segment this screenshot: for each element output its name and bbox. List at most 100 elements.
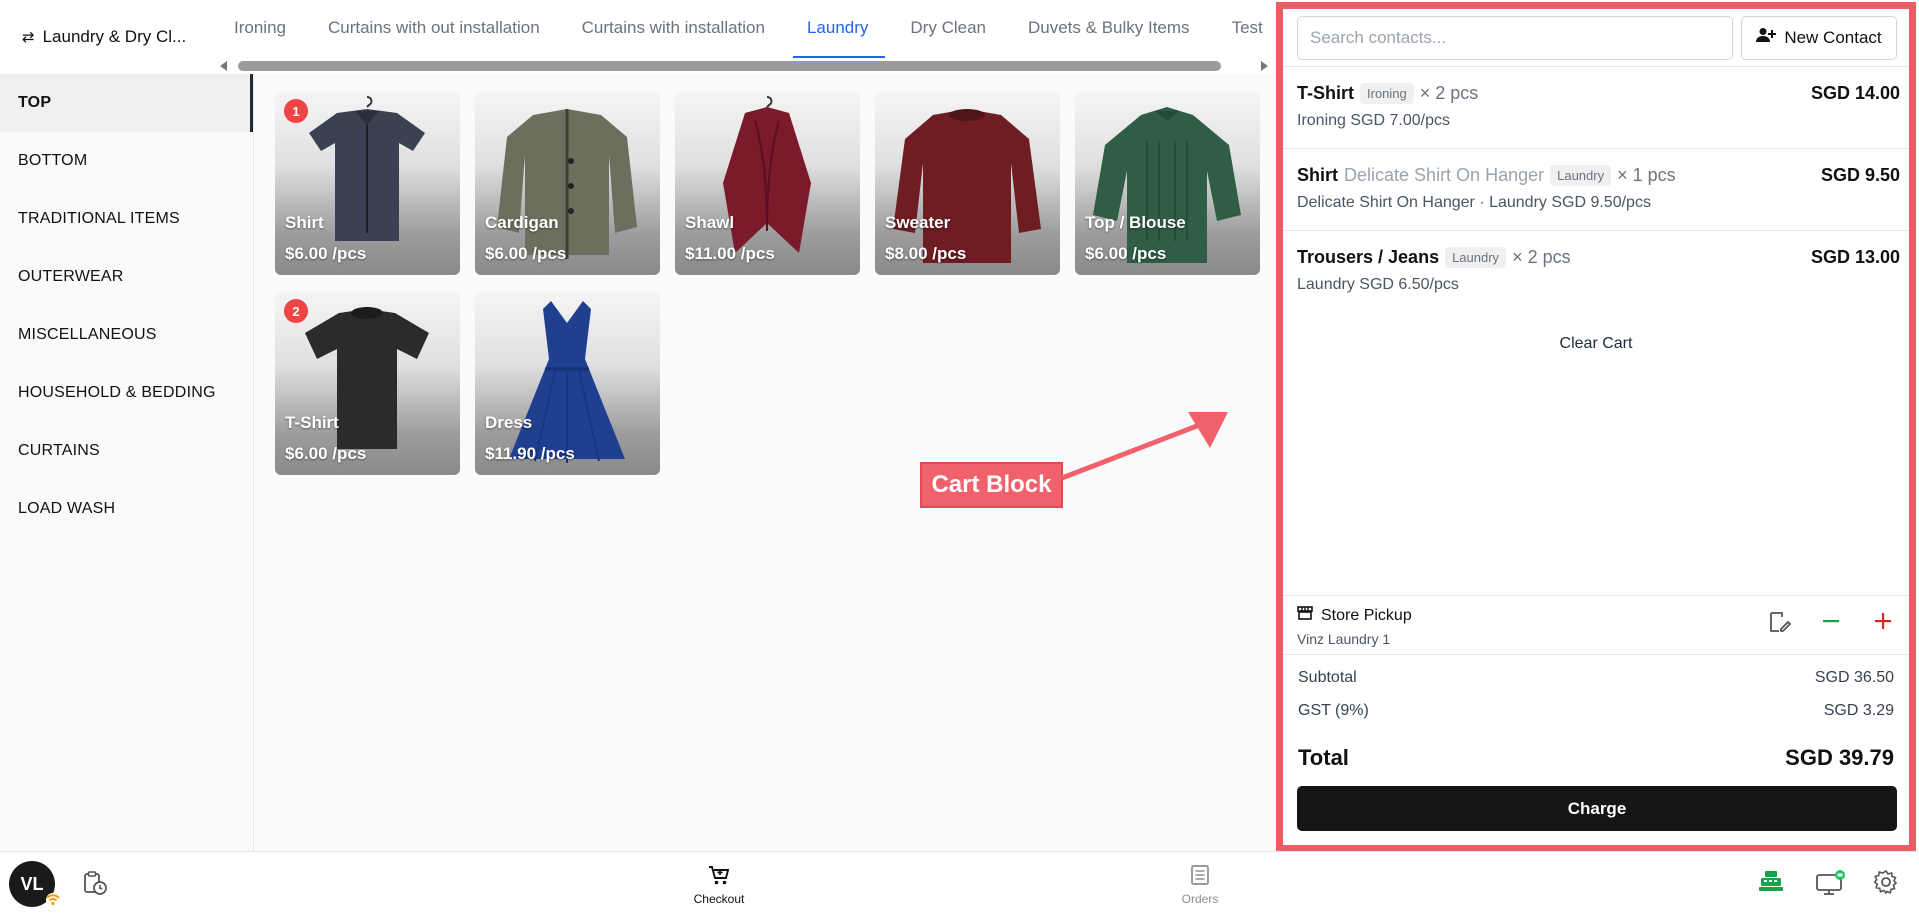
tab-dry-clean[interactable]: Dry Clean [896, 0, 1003, 58]
cart-panel: New Contact T-ShirtIroning× 2 pcsIroning… [1276, 2, 1916, 852]
cart-line-title: Trousers / Jeans Laundry × 2 pcs [1297, 247, 1900, 268]
total-label: Total [1298, 745, 1349, 770]
cart-totals: Subtotal SGD 36.50 GST (9%) SGD 3.29 Tot… [1283, 669, 1909, 778]
charge-button[interactable]: Charge [1297, 786, 1897, 831]
category-sidebar: TOP BOTTOM TRADITIONAL ITEMS OUTERWEAR MISCE… [0, 74, 254, 851]
clipboard-history-icon[interactable] [82, 870, 108, 901]
pickup-title: Store Pickup [1321, 606, 1412, 624]
subtotal-value: SGD 36.50 [1814, 669, 1894, 686]
plus-icon[interactable] [1857, 610, 1909, 634]
cart-line-title: T-Shirt Ironing × 2 pcs [1297, 83, 1900, 104]
orders-label: Orders [1181, 892, 1219, 906]
contact-search-input[interactable] [1297, 15, 1733, 60]
cart-item-qty: × 2 pcs [1419, 83, 1479, 103]
cart-item-name: T-Shirt [1297, 83, 1354, 103]
cart-item-detail: Ironing SGD 7.00/pcs [1297, 112, 1450, 129]
scroll-left-arrow[interactable] [220, 61, 227, 71]
cart-line[interactable]: Trousers / Jeans Laundry × 2 pcs Laundry SG… [1283, 231, 1909, 313]
edit-note-icon[interactable] [1753, 610, 1805, 634]
product-name: T-Shirt [285, 413, 339, 432]
cart-item-amount: SGD 9.50 [1820, 165, 1900, 185]
sidebar-item-load-wash[interactable]: LOAD WASH [0, 480, 253, 538]
cart-icon [708, 866, 730, 889]
store-icon [1297, 606, 1313, 625]
product-card-t-shirt[interactable]: 2 T-Shirt $6.00 /pcs [275, 291, 460, 475]
sidebar-item-outerwear[interactable]: OUTERWEAR [0, 248, 253, 306]
store-name: Laundry & Dry Cl... [42, 27, 187, 46]
product-card-sweater[interactable]: Sweater $8.00 /pcs [875, 91, 1060, 275]
tab-duvets-bulky-items[interactable]: Duvets & Bulky Items [1014, 0, 1207, 58]
tab-ironing[interactable]: Ironing [220, 0, 303, 58]
settings-gear-icon[interactable] [1873, 869, 1899, 900]
cart-item-amount: SGD 14.00 [1810, 83, 1900, 103]
tab-curtains-with-out-installation[interactable]: Curtains with out installation [314, 0, 557, 58]
wifi-icon [44, 892, 62, 911]
product-price: $11.00 /pcs [685, 244, 775, 263]
add-person-icon [1756, 27, 1777, 48]
product-price: $8.00 /pcs [885, 244, 967, 263]
pos-app: ⇄ Laundry & Dry Cl... Ironing Curtains wi… [0, 0, 1919, 913]
product-card-shawl[interactable]: Shawl $11.00 /pcs [675, 91, 860, 275]
product-name: Top / Blouse [1085, 213, 1186, 232]
cart-item-qty: × 1 pcs [1617, 165, 1676, 185]
sidebar-item-traditional-items[interactable]: TRADITIONAL ITEMS [0, 190, 253, 248]
cart-item-name: Shirt [1297, 165, 1339, 185]
sidebar-item-household-bedding[interactable]: HOUSEHOLD & BEDDING [0, 364, 253, 422]
store-switcher[interactable]: ⇄ Laundry & Dry Cl... [0, 0, 220, 74]
new-contact-label: New Contact [1784, 27, 1882, 47]
tabs-scrollbar[interactable] [218, 60, 1270, 72]
quantity-badge: 2 [284, 299, 308, 323]
bottom-bar: VL Checkout Orders [0, 851, 1919, 913]
tab-laundry[interactable]: Laundry [792, 0, 886, 58]
service-badge: Ironing [1360, 83, 1414, 104]
cart-line-title: Shirt Delicate Shirt On Hanger Laundry × 1 … [1297, 165, 1900, 186]
fulfillment-section: Store Pickup Vinz Laundry 1 [1283, 595, 1909, 655]
cart-line[interactable]: Shirt Delicate Shirt On Hanger Laundry × 1 … [1283, 149, 1909, 231]
product-name: Dress [485, 413, 533, 432]
total-row: Total SGD 39.79 [1298, 745, 1894, 778]
total-value: SGD 39.79 [1785, 745, 1894, 770]
cart-header: New Contact [1283, 9, 1909, 67]
product-name: Cardigan [485, 213, 559, 232]
cart-lines: T-Shirt Ironing × 2 pcs Ironing SGD 7.00/pc… [1283, 67, 1909, 313]
sidebar-item-miscellaneous[interactable]: MISCELLANEOUS [0, 306, 253, 364]
gst-label: GST (9%) [1298, 702, 1369, 719]
cart-line[interactable]: T-Shirt Ironing × 2 pcs Ironing SGD 7.00/pc… [1283, 67, 1909, 149]
product-price: $6.00 /pcs [285, 244, 367, 263]
tab-test[interactable]: Test [1218, 0, 1270, 58]
product-price: $6.00 /pcs [485, 244, 567, 263]
product-card-top-blouse[interactable]: Top / Blouse $6.00 /pcs [1075, 91, 1260, 275]
checkout-label: Checkout [693, 892, 745, 906]
receipt-icon [1189, 865, 1211, 889]
product-name: Shawl [685, 213, 735, 232]
sidebar-item-top[interactable]: TOP [0, 74, 253, 132]
gst-value: SGD 3.29 [1823, 702, 1894, 719]
product-price: $6.00 /pcs [285, 444, 367, 463]
gst-row: GST (9%) SGD 3.29 [1298, 702, 1894, 735]
scroll-right-arrow[interactable] [1261, 61, 1268, 71]
orders-nav[interactable]: Orders [1160, 864, 1240, 906]
product-name: Sweater [885, 213, 951, 232]
cash-register-icon[interactable] [1758, 869, 1784, 898]
sidebar-item-curtains[interactable]: CURTAINS [0, 422, 253, 480]
customer-display-icon[interactable] [1815, 869, 1847, 900]
product-price: $6.00 /pcs [1085, 244, 1167, 263]
subtotal-row: Subtotal SGD 36.50 [1298, 669, 1894, 702]
clear-cart-button[interactable]: Clear Cart [1283, 335, 1909, 353]
product-price: $11.90 /pcs [485, 444, 575, 463]
cart-item-variant: Delicate Shirt On Hanger [1344, 165, 1545, 185]
cart-item-name: Trousers / Jeans [1297, 247, 1440, 267]
product-card-shirt[interactable]: 1 Shirt $6.00 /pcs [275, 91, 460, 275]
product-card-dress[interactable]: Dress $11.90 /pcs [475, 291, 660, 475]
scrollbar-thumb[interactable] [238, 61, 1221, 71]
cart-item-qty: × 2 pcs [1512, 247, 1571, 267]
cart-item-detail: Delicate Shirt On Hanger · Laundry SGD 9… [1297, 194, 1651, 211]
minus-icon[interactable] [1805, 610, 1857, 634]
annotation-label: Cart Block [920, 462, 1063, 508]
tab-curtains-with-installation[interactable]: Curtains with installation [568, 0, 782, 58]
new-contact-button[interactable]: New Contact [1741, 15, 1897, 60]
sidebar-item-bottom[interactable]: BOTTOM [0, 132, 253, 190]
product-card-cardigan[interactable]: Cardigan $6.00 /pcs [475, 91, 660, 275]
quantity-badge: 1 [284, 99, 308, 123]
checkout-nav[interactable]: Checkout [679, 864, 759, 906]
